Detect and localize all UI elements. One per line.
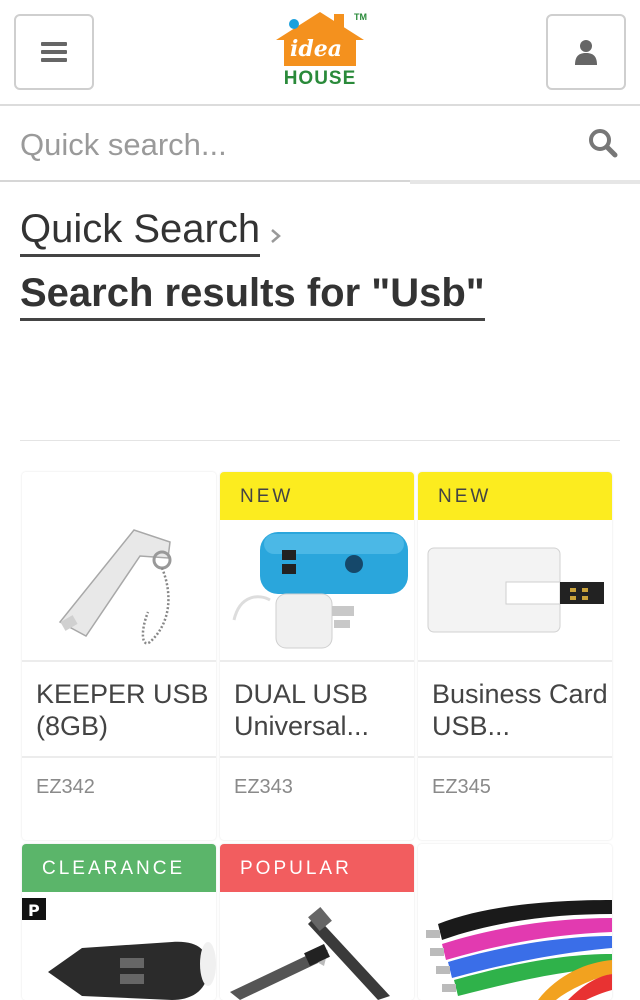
svg-text:P: P: [28, 901, 40, 920]
travel-adapter-image: [232, 532, 408, 649]
breadcrumb-quick-search[interactable]: Quick Search: [20, 206, 261, 257]
card-separator: [22, 756, 216, 758]
product-card[interactable]: [418, 844, 612, 1000]
product-image[interactable]: [418, 844, 612, 1000]
card-separator: [220, 660, 414, 662]
divider: [20, 440, 620, 441]
product-name[interactable]: KEEPER USB (8GB): [36, 678, 212, 742]
product-card[interactable]: NEW DUAL USB Universal... EZ343: [220, 472, 414, 840]
product-card[interactable]: P CLEARANCE: [22, 844, 216, 1000]
badge-new: NEW: [220, 472, 414, 520]
product-card[interactable]: NEW Business Card USB... EZ345: [418, 472, 612, 840]
card-separator: [22, 660, 216, 662]
page-title[interactable]: Search results for "Usb": [20, 270, 485, 321]
search-bar: [0, 108, 640, 184]
logo-text: HOUSE: [283, 68, 357, 89]
product-code: EZ342: [36, 776, 95, 798]
app-header: idea TM HOUSE: [0, 0, 640, 106]
wristband-usb-image: [426, 900, 612, 1000]
pen-usb-image: [230, 906, 390, 1000]
badge-new: NEW: [418, 472, 612, 520]
chevron-right-icon: [271, 229, 281, 243]
key-usb-image: [58, 529, 172, 645]
product-code: EZ345: [432, 776, 491, 798]
product-image[interactable]: [220, 892, 414, 1000]
badge-popular: POPULAR: [220, 844, 414, 892]
product-image[interactable]: P: [22, 892, 216, 1000]
search-icon[interactable]: [588, 128, 618, 158]
product-code: EZ343: [234, 776, 293, 798]
product-image[interactable]: [418, 520, 612, 660]
product-name[interactable]: DUAL USB Universal...: [234, 678, 410, 742]
hamburger-icon: [41, 42, 67, 62]
product-image[interactable]: [22, 472, 216, 660]
search-divider: [410, 180, 640, 184]
car-charger-image: P: [22, 898, 216, 1000]
product-image[interactable]: [220, 520, 414, 660]
product-name[interactable]: Business Card USB...: [432, 678, 608, 742]
card-usb-image: [427, 547, 604, 633]
product-card[interactable]: KEEPER USB (8GB) EZ342: [22, 472, 216, 840]
logo-trademark: TM: [354, 12, 367, 22]
card-separator: [418, 660, 612, 662]
card-separator: [220, 756, 414, 758]
logo[interactable]: idea TM HOUSE: [268, 8, 372, 90]
menu-button[interactable]: [14, 14, 94, 90]
user-icon: [575, 40, 597, 65]
card-separator: [418, 756, 612, 758]
account-button[interactable]: [546, 14, 626, 90]
product-card[interactable]: POPULAR: [220, 844, 414, 1000]
badge-clearance: CLEARANCE: [22, 844, 216, 892]
search-input[interactable]: [20, 120, 560, 170]
logo-word: idea: [290, 36, 342, 62]
